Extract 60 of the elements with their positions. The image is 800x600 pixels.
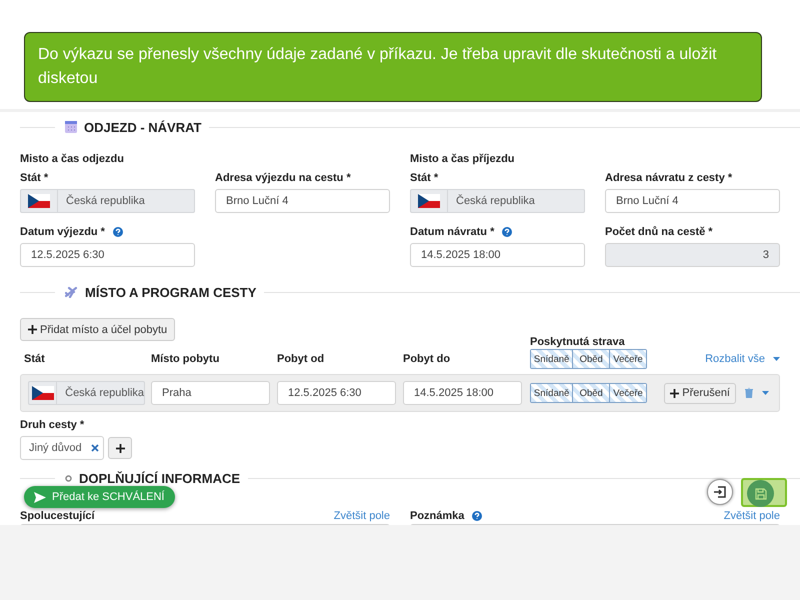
address-field[interactable]: Brno Luční 4: [215, 189, 390, 213]
section-title: DOPLŇUJÍCÍ INFORMACE: [79, 470, 240, 486]
column-header: Místo pobytu: [151, 352, 220, 367]
place-field[interactable]: Praha: [151, 381, 270, 405]
flag-icon: [418, 194, 440, 208]
field-label: Spolucestující: [20, 510, 95, 522]
date-field[interactable]: 12.5.2025 6:30: [20, 243, 195, 267]
help-icon: [112, 227, 123, 237]
tag-field[interactable]: Jiný důvod: [20, 436, 104, 460]
calendar-icon: [65, 121, 77, 133]
field-label: Adresa výjezdu na cestu *: [215, 171, 352, 185]
column-header: Pobyt do: [403, 352, 452, 367]
address-field[interactable]: Brno Luční 4: [605, 189, 780, 213]
help-icon: [502, 227, 512, 237]
days-field: 3: [605, 243, 780, 267]
plus-icon: [116, 444, 124, 452]
section-title: ODJEZD - NÁVRAT: [84, 120, 202, 134]
field-label: Počet dnů na cestě *: [605, 225, 714, 239]
section-title: MÍSTO A PROGRAM CESTY: [85, 284, 256, 300]
date-field[interactable]: 14.5.2025 18:00: [410, 243, 585, 267]
caret-icon: [762, 391, 769, 395]
exit-icon: [714, 486, 726, 498]
column-header: Pobyt od: [277, 352, 326, 367]
add-button[interactable]: [108, 437, 132, 459]
country-select[interactable]: Česká republika: [28, 381, 145, 405]
country-select[interactable]: Česká republika: [20, 189, 195, 213]
meal-toggle[interactable]: Snídaně: [531, 384, 572, 402]
send-icon: [34, 492, 46, 502]
remove-icon[interactable]: [90, 444, 99, 452]
meals-label: Poskytnutá strava: [530, 336, 625, 348]
field-label: Druh cesty *: [20, 418, 86, 432]
meal-toggle[interactable]: Večeře: [609, 384, 646, 402]
field-label: Datum návratu *: [410, 226, 494, 238]
enlarge-link[interactable]: Zvětšit pole: [724, 510, 780, 522]
date-field[interactable]: 14.5.2025 18:00: [403, 381, 522, 405]
caret-icon: [773, 357, 780, 361]
flag-icon: [28, 194, 50, 208]
interruption-button[interactable]: Přerušení: [664, 382, 736, 404]
field-label: Poznámka: [410, 510, 464, 522]
meal-toggle[interactable]: Večeře: [609, 350, 646, 368]
expand-all-link[interactable]: Rozbalit vše: [705, 353, 780, 365]
plus-icon: [28, 325, 37, 334]
country-select[interactable]: Česká republika: [410, 189, 585, 213]
enlarge-link[interactable]: Zvětšit pole: [334, 510, 390, 522]
column-header: Stát: [24, 352, 46, 367]
group-heading: Misto a čas příjezdu: [410, 153, 516, 167]
add-place-button[interactable]: Přidat místo a účel pobytu: [20, 318, 176, 341]
meal-toggle[interactable]: Snídaně: [531, 350, 572, 368]
field-label: Adresa návratu z cesty *: [605, 171, 734, 185]
airplane-icon: [65, 286, 78, 298]
plus-icon: [670, 388, 680, 398]
field-label: Stát *: [410, 171, 440, 185]
field-label: Datum výjezdu *: [20, 226, 105, 238]
callout-note: Do výkazu se přenesly všechny údaje zadané v příkazu. Je třeba upravit dle skutečnosti a uložit disketou: [24, 32, 762, 102]
meal-toggle[interactable]: Oběd: [572, 350, 610, 368]
field-label: Stát *: [20, 171, 50, 185]
flag-icon: [32, 386, 54, 400]
group-heading: Misto a čas odjezdu: [20, 153, 125, 167]
meal-toggle[interactable]: Oběd: [572, 384, 610, 402]
date-field[interactable]: 12.5.2025 6:30: [277, 381, 396, 405]
